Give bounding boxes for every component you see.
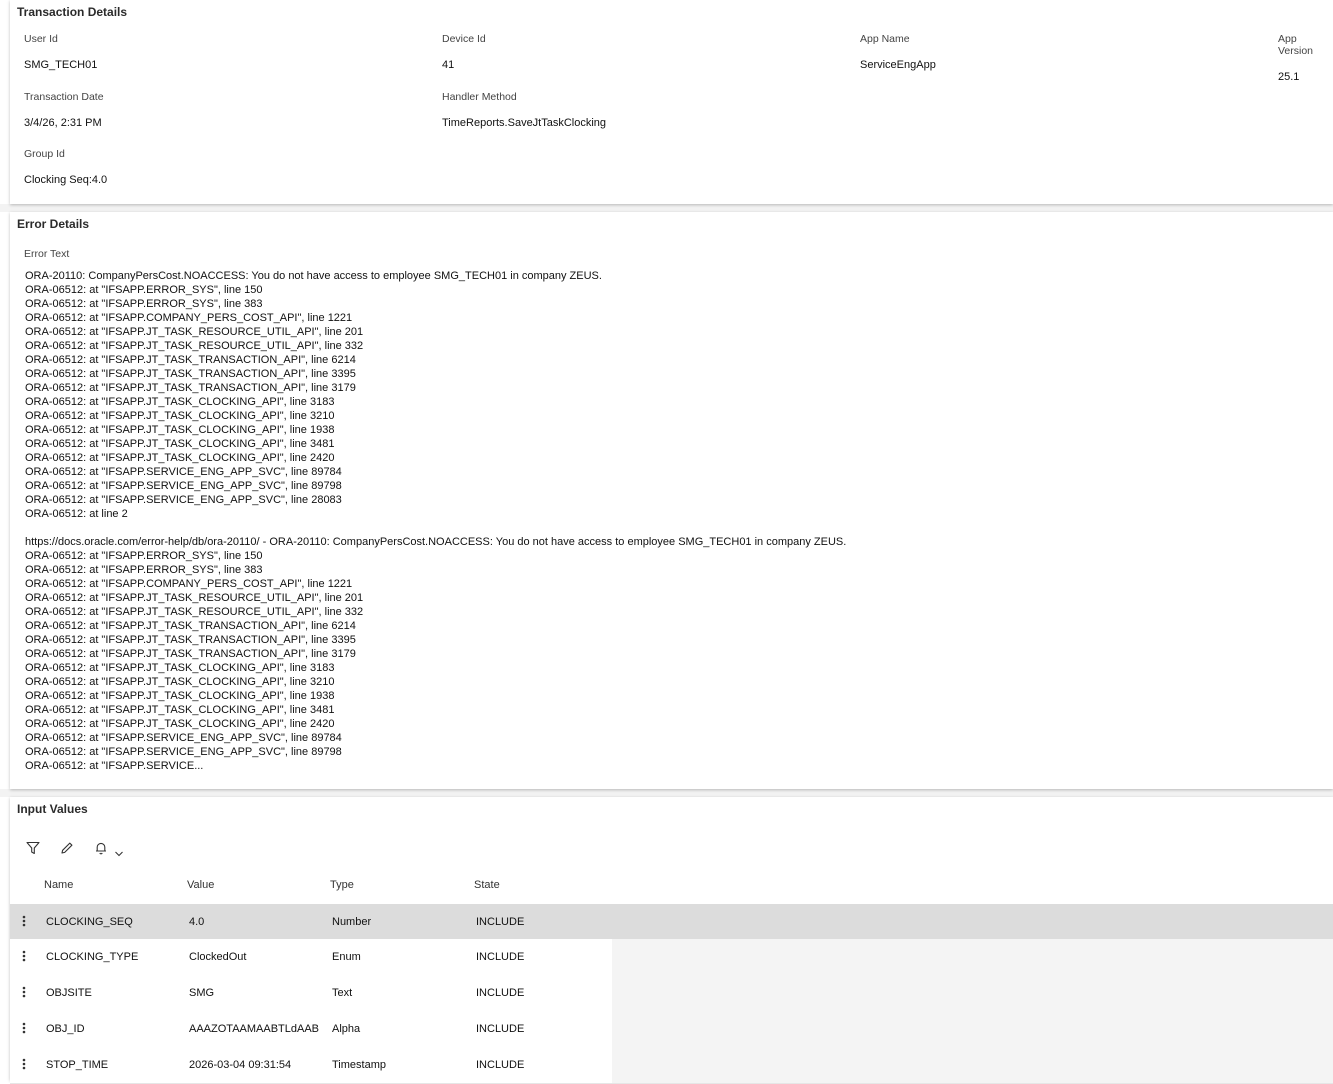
cell-state: INCLUDE — [476, 1059, 525, 1071]
cell-value: ClockedOut — [189, 951, 247, 963]
handler-method-value: TimeReports.SaveJtTaskClocking — [442, 117, 607, 129]
app-name-value: ServiceEngApp — [860, 59, 936, 71]
cell-type: Text — [332, 987, 353, 999]
app-version-label: App Version — [1278, 33, 1314, 57]
row-menu-icon[interactable] — [20, 985, 28, 1001]
row-menu-icon[interactable] — [20, 914, 28, 930]
error-text-label: Error Text — [24, 248, 70, 260]
error-text-value: ORA-20110: CompanyPersCost.NOACCESS: You… — [25, 270, 847, 772]
row-empty-area — [612, 1011, 1333, 1048]
app-version-value: 25.1 — [1278, 71, 1300, 83]
transaction-date-value: 3/4/26, 2:31 PM — [24, 117, 102, 129]
error-details-title: Error Details — [17, 217, 90, 231]
app-version-field: App Version 25.1 — [1278, 33, 1333, 83]
pencil-icon[interactable] — [60, 841, 76, 857]
cell-name: OBJ_ID — [46, 1023, 85, 1035]
chevron-down-icon[interactable] — [114, 845, 126, 857]
cell-type: Enum — [332, 951, 361, 963]
row-menu-icon[interactable] — [20, 1057, 28, 1073]
table-row[interactable]: CLOCKING_TYPE ClockedOut Enum INCLUDE — [10, 939, 612, 976]
transaction-date-label: Transaction Date — [24, 91, 104, 103]
cell-value: 4.0 — [189, 916, 205, 928]
row-menu-icon[interactable] — [20, 949, 28, 965]
device-id-value: 41 — [442, 59, 455, 71]
row-menu-icon[interactable] — [20, 1021, 28, 1037]
section-gap — [0, 789, 1333, 797]
device-id-field: Device Id 41 — [442, 33, 486, 71]
cell-value: AAAZOTAAMAABTLdAAB — [189, 1023, 320, 1035]
cell-state: INCLUDE — [476, 987, 525, 999]
cell-name: STOP_TIME — [46, 1059, 109, 1071]
cell-value: 2026-03-04 09:31:54 — [189, 1059, 292, 1071]
user-id-label: User Id — [24, 33, 58, 45]
cell-name: CLOCKING_TYPE — [46, 951, 139, 963]
row-empty-area — [612, 975, 1333, 1012]
app-name-label: App Name — [860, 33, 910, 45]
column-header-value[interactable]: Value — [187, 879, 214, 891]
transaction-details-panel: Transaction Details User Id SMG_TECH01 D… — [10, 0, 1333, 204]
error-details-panel: Error Details Error Text ORA-20110: Comp… — [10, 212, 1333, 789]
transaction-date-field: Transaction Date 3/4/26, 2:31 PM — [24, 91, 104, 129]
user-id-field: User Id SMG_TECH01 — [24, 33, 97, 71]
row-empty-area — [612, 939, 1333, 976]
input-values-panel: Input Values Name Value Type State CLOCK… — [10, 797, 1333, 1084]
group-id-field: Group Id Clocking Seq:4.0 — [24, 148, 107, 186]
column-header-name[interactable]: Name — [44, 879, 73, 891]
input-values-title: Input Values — [17, 802, 88, 816]
cell-state: INCLUDE — [476, 951, 525, 963]
bell-icon[interactable] — [94, 841, 110, 857]
filter-icon[interactable] — [26, 841, 42, 857]
cell-name: CLOCKING_SEQ — [46, 916, 133, 928]
group-id-value: Clocking Seq:4.0 — [24, 174, 108, 186]
table-row[interactable]: STOP_TIME 2026-03-04 09:31:54 Timestamp … — [10, 1047, 612, 1084]
transaction-details-title: Transaction Details — [17, 5, 128, 19]
handler-method-field: Handler Method TimeReports.SaveJtTaskClo… — [442, 91, 606, 129]
table-row[interactable]: CLOCKING_SEQ 4.0 Number INCLUDE — [10, 904, 1333, 941]
table-row[interactable]: OBJSITE SMG Text INCLUDE — [10, 975, 612, 1012]
row-empty-area — [612, 1047, 1333, 1084]
column-header-state[interactable]: State — [474, 879, 500, 891]
section-gap — [0, 204, 1333, 212]
cell-type: Number — [332, 916, 372, 928]
cell-state: INCLUDE — [476, 1023, 525, 1035]
cell-state: INCLUDE — [476, 916, 525, 928]
cell-name: OBJSITE — [46, 987, 92, 999]
cell-type: Timestamp — [332, 1059, 386, 1071]
handler-method-label: Handler Method — [442, 91, 517, 103]
device-id-label: Device Id — [442, 33, 486, 45]
cell-type: Alpha — [332, 1023, 361, 1035]
group-id-label: Group Id — [24, 148, 65, 160]
app-name-field: App Name ServiceEngApp — [860, 33, 936, 71]
user-id-value: SMG_TECH01 — [24, 59, 98, 71]
cell-value: SMG — [189, 987, 215, 999]
column-header-type[interactable]: Type — [330, 879, 354, 891]
table-row[interactable]: OBJ_ID AAAZOTAAMAABTLdAAB Alpha INCLUDE — [10, 1011, 612, 1048]
